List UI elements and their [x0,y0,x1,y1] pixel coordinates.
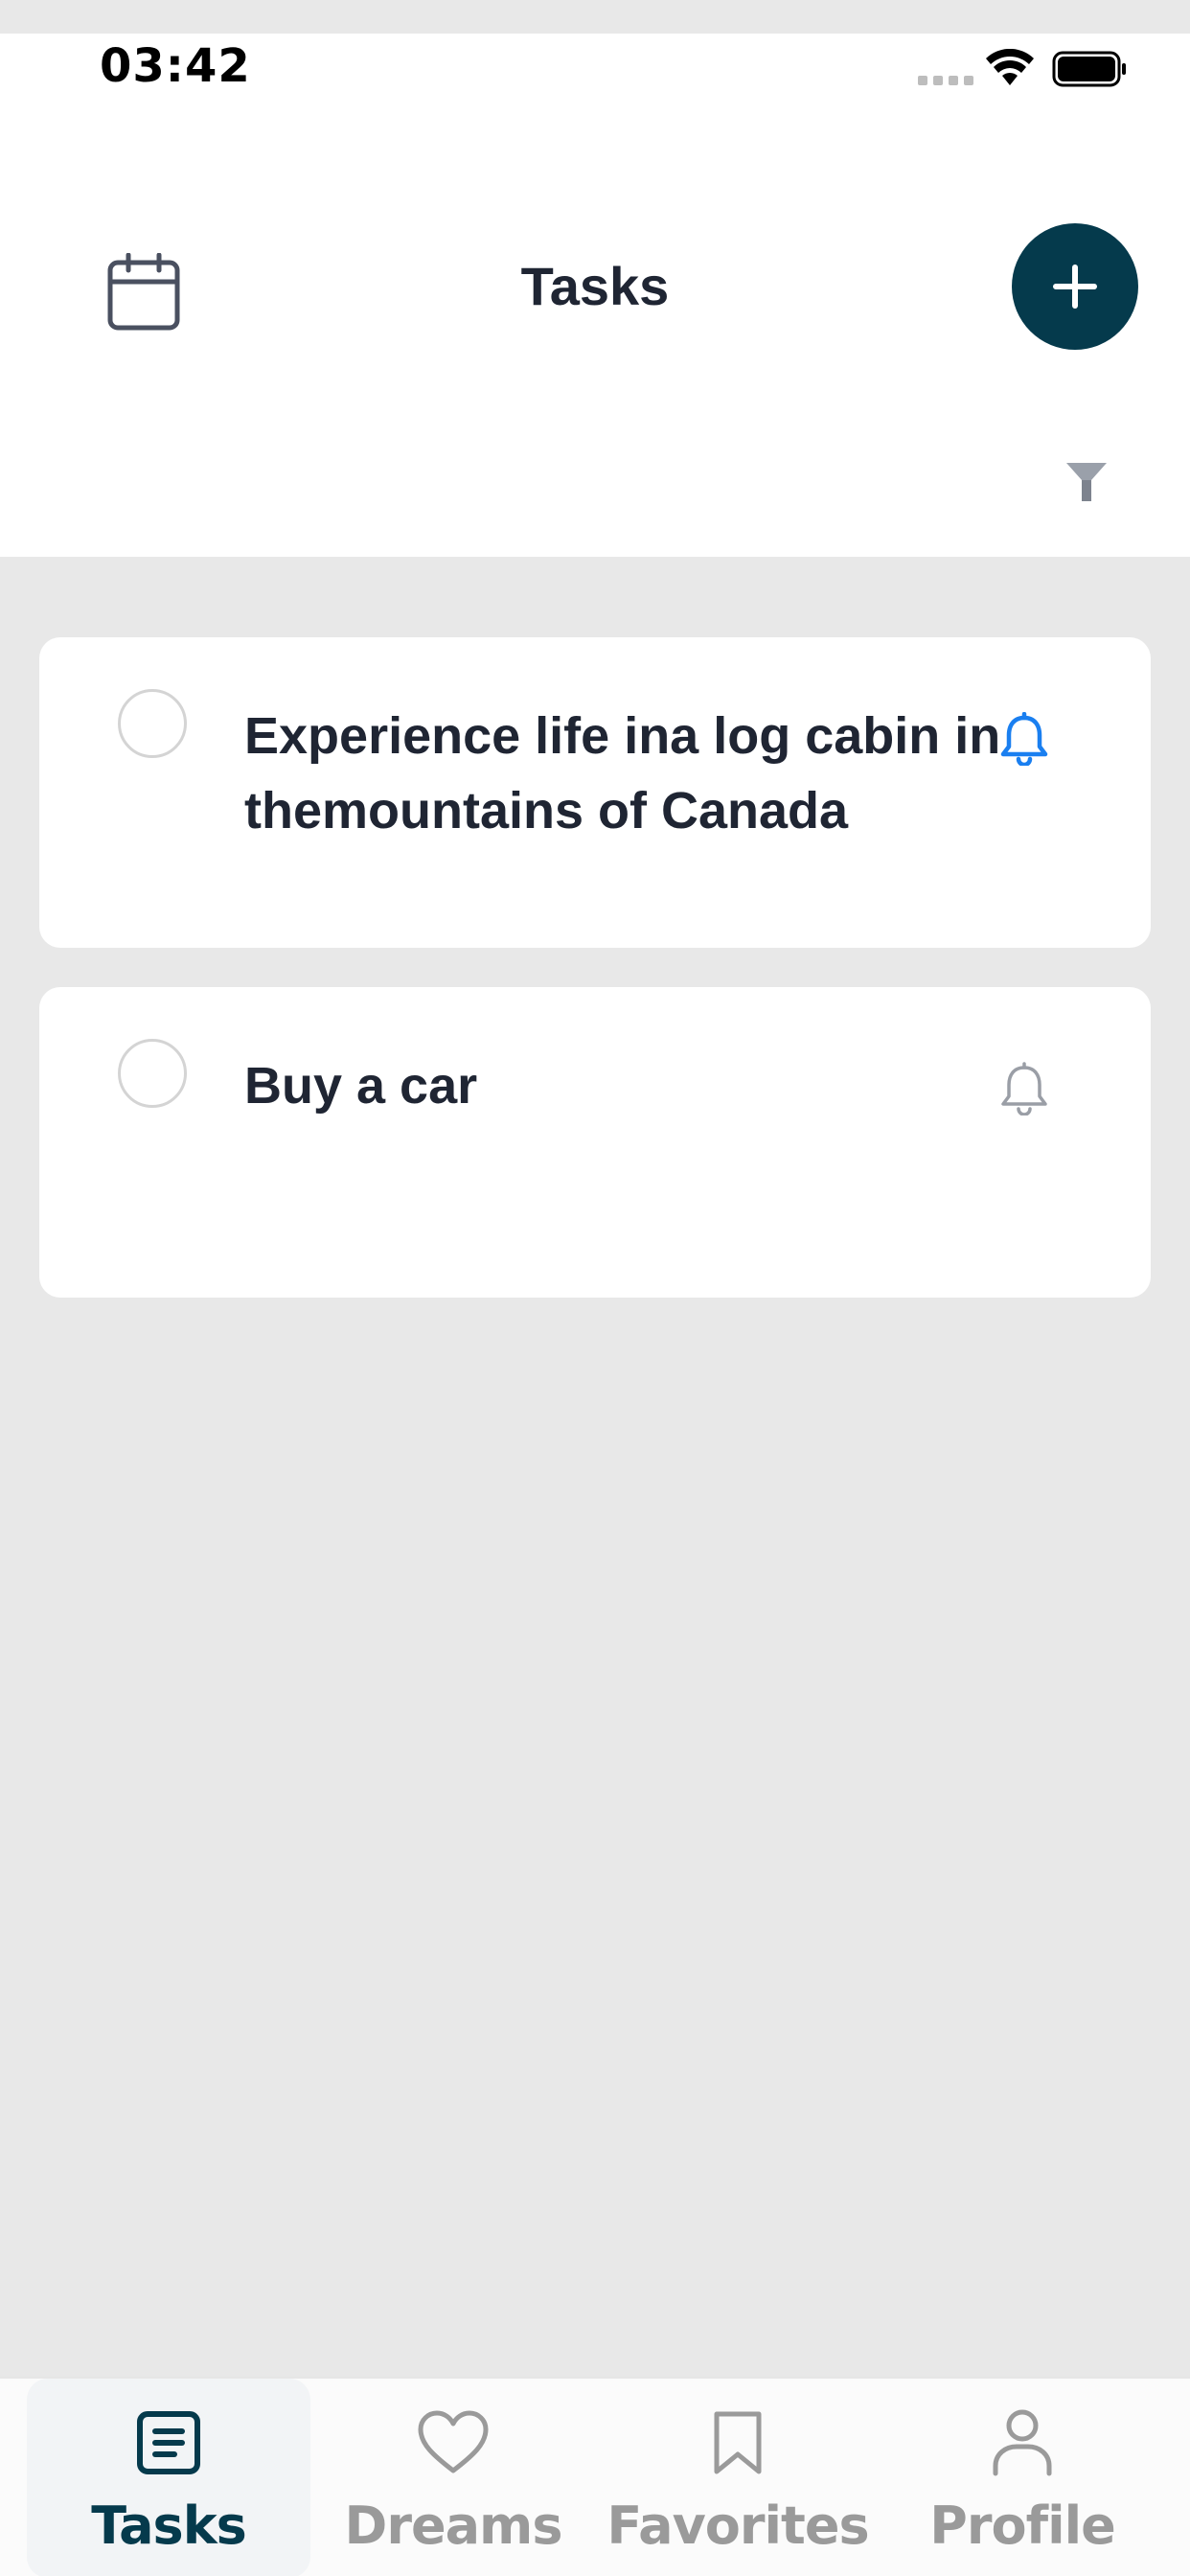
bookmark-icon [714,2411,762,2474]
nav-icon [992,2400,1053,2486]
status-bar: 03:42 [0,34,1190,129]
nav-label: Profile [929,2496,1115,2556]
filter-button[interactable] [1060,455,1113,509]
plus-icon [1053,264,1097,309]
task-reminder-button[interactable] [994,1058,1055,1119]
tasks-icon [137,2411,200,2474]
header: Tasks [0,129,1190,557]
signal-icon [918,76,973,85]
user-icon [993,2409,1052,2476]
task-card[interactable]: Buy a car [39,987,1151,1298]
battery-icon [1052,51,1126,87]
wifi-icon [986,49,1034,85]
nav-label: Favorites [606,2496,869,2556]
task-title: Buy a car [244,1057,478,1115]
filter-icon [1066,463,1107,501]
task-complete-checkbox[interactable] [118,1039,187,1108]
nav-item-tasks[interactable]: Tasks [27,2379,310,2576]
nav-icon [416,2400,491,2486]
nav-item-profile[interactable]: Profile [881,2379,1164,2576]
task-reminder-button[interactable] [994,708,1055,770]
task-complete-checkbox[interactable] [118,689,187,758]
nav-label: Dreams [344,2496,563,2556]
nav-icon [136,2400,201,2486]
task-card[interactable]: Experience life ina log cabin in themoun… [39,637,1151,948]
nav-label: Tasks [91,2496,247,2556]
nav-item-favorites[interactable]: Favorites [596,2379,880,2576]
add-task-button[interactable] [1012,223,1138,350]
task-title: Experience life ina log cabin in themoun… [244,707,1001,840]
nav-item-dreams[interactable]: Dreams [311,2379,595,2576]
nav-icon [711,2400,765,2486]
heart-icon [418,2410,489,2473]
bell-icon [1000,712,1048,766]
bottom-nav: Tasks Dreams Favorites Profile [0,2377,1190,2576]
bell-icon [1001,1062,1047,1116]
status-time: 03:42 [100,39,251,93]
